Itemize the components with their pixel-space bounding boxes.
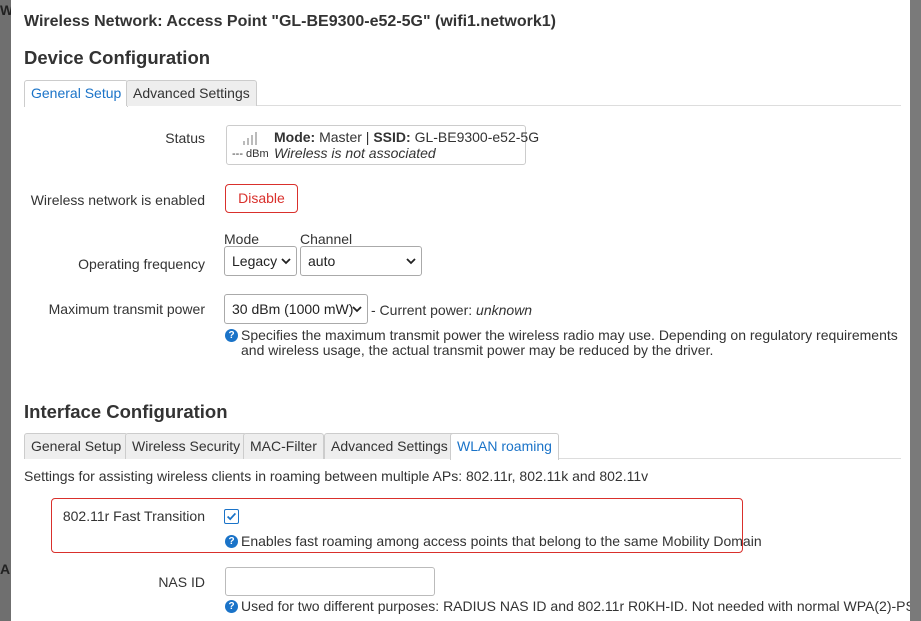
current-power-prefix: - Current power: — [371, 302, 473, 318]
max-transmit-power-label: Maximum transmit power — [48, 301, 205, 317]
help-question-icon: ? — [225, 535, 238, 548]
status-separator: | — [365, 129, 370, 145]
disable-button[interactable]: Disable — [225, 184, 298, 213]
transmit-power-select[interactable]: 30 dBm (1000 mW) — [224, 294, 368, 324]
status-label: Status — [165, 130, 205, 146]
channel-label: Channel — [300, 231, 353, 247]
tab-wlan-roaming[interactable]: WLAN roaming — [450, 433, 559, 460]
checkmark-icon — [226, 512, 237, 521]
chevron-down-icon — [281, 258, 291, 265]
device-config-tabs: General Setup Advanced Settings — [24, 80, 901, 107]
fast-transition-help: Enables fast roaming among access points… — [241, 533, 762, 549]
tab-advanced-settings[interactable]: Advanced Settings — [126, 80, 257, 106]
wireless-enabled-label: Wireless network is enabled — [30, 192, 205, 208]
nas-id-label: NAS ID — [158, 574, 205, 590]
transmit-power-value: 30 dBm (1000 mW) — [232, 301, 354, 317]
mode-select[interactable]: Legacy — [224, 246, 297, 276]
mode-label: Mode — [224, 231, 260, 247]
current-power-value: unknown — [476, 302, 533, 318]
association-status: Wireless is not associated — [274, 145, 436, 161]
wireless-network-modal: Wireless Network: Access Point "GL-BE930… — [11, 0, 910, 621]
device-config-heading: Device Configuration — [24, 47, 211, 68]
signal-dbm: --- dBm — [232, 148, 269, 160]
interface-config-tabs: General Setup Wireless Security MAC-Filt… — [24, 433, 901, 460]
channel-select-value: auto — [308, 253, 336, 269]
status-mode-ssid: Mode: Master | SSID: GL-BE9300-e52-5G — [274, 129, 539, 145]
mode-select-value: Legacy — [232, 253, 278, 269]
roaming-description: Settings for assisting wireless clients … — [24, 468, 649, 484]
fast-transition-checkbox[interactable] — [224, 509, 239, 524]
current-power: - Current power: unknown — [371, 302, 532, 318]
ssid-key: SSID: — [373, 129, 411, 145]
ssid-value: GL-BE9300-e52-5G — [414, 129, 540, 145]
nas-id-input[interactable] — [225, 567, 435, 596]
status-box: --- dBm Mode: Master | SSID: GL-BE9300-e… — [226, 125, 539, 165]
fast-transition-label: 802.11r Fast Transition — [62, 508, 205, 524]
interface-config-heading: Interface Configuration — [24, 401, 228, 422]
tab-iface-general-setup[interactable]: General Setup — [24, 433, 129, 459]
mode-value: Master — [319, 129, 362, 145]
chevron-down-icon — [406, 258, 416, 265]
backdrop-text-a: A — [0, 561, 11, 577]
tab-iface-advanced-settings[interactable]: Advanced Settings — [324, 433, 455, 459]
backdrop-right — [910, 0, 921, 621]
channel-select[interactable]: auto — [300, 246, 422, 276]
mode-key: Mode: — [274, 129, 316, 145]
signal-bars-icon — [243, 132, 257, 145]
help-question-icon: ? — [225, 600, 238, 613]
operating-frequency-label: Operating frequency — [78, 256, 205, 272]
tab-general-setup[interactable]: General Setup — [24, 80, 129, 107]
backdrop-left — [0, 0, 11, 621]
chevron-down-icon — [352, 306, 362, 313]
help-question-icon: ? — [225, 329, 238, 342]
tab-wireless-security[interactable]: Wireless Security — [125, 433, 248, 459]
transmit-power-help: Specifies the maximum transmit power the… — [241, 327, 898, 358]
tab-mac-filter[interactable]: MAC-Filter — [243, 433, 324, 459]
nas-id-help: Used for two different purposes: RADIUS … — [241, 598, 910, 614]
modal-title: Wireless Network: Access Point "GL-BE930… — [24, 13, 556, 30]
